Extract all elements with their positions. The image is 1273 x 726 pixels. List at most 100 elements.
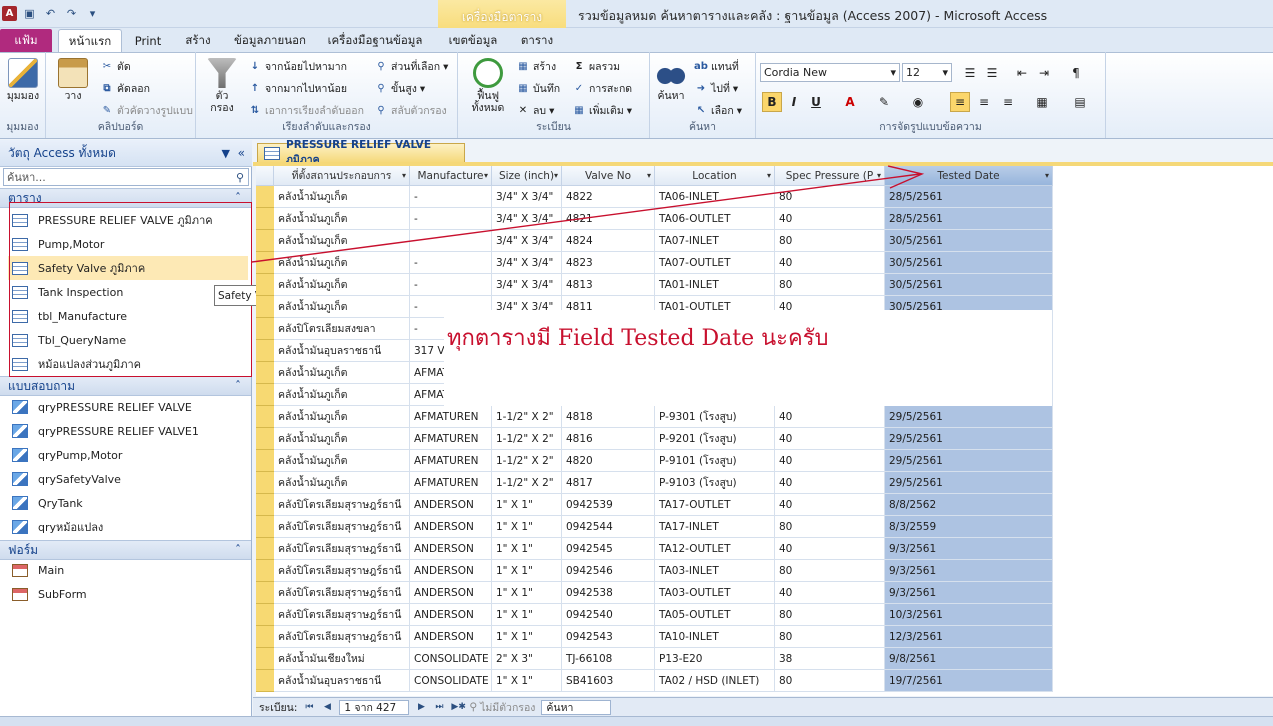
table-cell[interactable]: คลังน้ำมันภูเก็ต — [274, 186, 410, 208]
table-cell[interactable]: 29/5/2561 — [885, 406, 1053, 428]
collapse-pane-icon[interactable]: « — [238, 146, 245, 160]
table-cell[interactable]: P-9101 (โรงสูบ) — [655, 450, 775, 472]
table-cell[interactable]: P-9201 (โรงสูบ) — [655, 428, 775, 450]
record-count-field[interactable]: 1 จาก 427 — [339, 699, 410, 715]
table-cell[interactable]: 1" X 1" — [492, 494, 562, 516]
tab-home[interactable]: หน้าแรก — [58, 29, 122, 53]
nav-item-query[interactable]: qryPump,Motor — [8, 443, 248, 467]
table-cell[interactable]: ANDERSON — [410, 560, 492, 582]
cut-button[interactable]: ✂ ตัด — [100, 58, 131, 75]
table-cell[interactable]: 40 — [775, 494, 885, 516]
row-selector[interactable] — [256, 626, 274, 648]
table-cell[interactable]: 4822 — [562, 186, 655, 208]
increase-indent-button[interactable]: ⇥ — [1034, 63, 1054, 83]
table-cell[interactable]: P13-E20 — [655, 648, 775, 670]
table-cell[interactable]: 8/8/2562 — [885, 494, 1053, 516]
table-cell[interactable]: คลังน้ำมันภูเก็ต — [274, 208, 410, 230]
access-app-icon[interactable]: A — [2, 5, 17, 21]
table-cell[interactable]: คลังน้ำมันอุบลราชธานี — [274, 670, 410, 692]
row-selector[interactable] — [256, 406, 274, 428]
table-cell[interactable]: TA07-INLET — [655, 230, 775, 252]
table-cell[interactable]: 1-1/2" X 2" — [492, 406, 562, 428]
tab-database-tools[interactable]: เครื่องมือฐานข้อมูล — [322, 29, 428, 53]
table-cell[interactable]: 12/3/2561 — [885, 626, 1053, 648]
table-cell[interactable]: คลังปิโตรเลียมสุราษฎร์ธานี — [274, 538, 410, 560]
chevron-down-icon[interactable]: ▾ — [877, 171, 881, 180]
table-cell[interactable]: 29/5/2561 — [885, 428, 1053, 450]
table-cell[interactable]: SB41603 — [562, 670, 655, 692]
table-cell[interactable]: 30/5/2561 — [885, 274, 1053, 296]
italic-button[interactable]: I — [784, 92, 804, 112]
table-cell[interactable]: คลังน้ำมันภูเก็ต — [274, 252, 410, 274]
bullets-button[interactable]: ☰ — [960, 63, 980, 83]
table-cell[interactable]: 28/5/2561 — [885, 208, 1053, 230]
save-record-button[interactable]: ▦ บันทึก — [516, 80, 560, 97]
row-selector[interactable] — [256, 560, 274, 582]
numbering-button[interactable]: ☰ — [982, 63, 1002, 83]
tab-file[interactable]: แฟ้ม — [0, 29, 52, 53]
row-selector[interactable] — [256, 472, 274, 494]
table-cell[interactable]: ANDERSON — [410, 494, 492, 516]
chevron-down-icon[interactable]: ▾ — [1045, 171, 1049, 180]
find-button[interactable]: ค้นหา — [654, 58, 688, 102]
collapse-section-icon[interactable]: ˆ — [235, 379, 241, 393]
nav-search-input[interactable]: ค้นหา... ⚲ — [3, 168, 249, 186]
table-cell[interactable]: 3/4" X 3/4" — [492, 252, 562, 274]
table-cell[interactable]: 1" X 1" — [492, 670, 562, 692]
table-cell[interactable]: - — [410, 252, 492, 274]
row-selector[interactable] — [256, 318, 274, 340]
table-cell[interactable]: TJ-66108 — [562, 648, 655, 670]
nav-section-queries[interactable]: แบบสอบถาม ˆ — [0, 376, 251, 396]
nav-item-form[interactable]: Main — [8, 558, 248, 582]
nav-item-form[interactable]: SubForm — [8, 582, 248, 606]
table-cell[interactable]: 9/3/2561 — [885, 538, 1053, 560]
table-cell[interactable]: คลังน้ำมันภูเก็ต — [274, 274, 410, 296]
table-cell[interactable]: 3/4" X 3/4" — [492, 186, 562, 208]
format-painter-button[interactable]: ✎ ตัวคัดวางรูปแบบ — [100, 102, 193, 119]
table-cell[interactable]: 0942544 — [562, 516, 655, 538]
new-record-nav-icon[interactable]: ▶✱ — [451, 702, 465, 712]
alternate-row-color-button[interactable]: ▤ — [1070, 92, 1090, 112]
table-cell[interactable]: 38 — [775, 648, 885, 670]
record-search-input[interactable]: ค้นหา — [541, 699, 612, 715]
table-cell[interactable]: TA10-INLET — [655, 626, 775, 648]
column-header[interactable]: ที่ตั้งสถานประกอบการ ▾ — [274, 166, 410, 186]
row-selector[interactable] — [256, 538, 274, 560]
column-header[interactable]: Location ▾ — [655, 166, 775, 186]
table-cell[interactable]: 40 — [775, 208, 885, 230]
redo-icon[interactable]: ↷ — [63, 5, 80, 22]
row-selector[interactable] — [256, 604, 274, 626]
chevron-down-icon[interactable]: ▼ — [222, 147, 230, 160]
table-cell[interactable]: 80 — [775, 560, 885, 582]
table-cell[interactable]: ANDERSON — [410, 516, 492, 538]
table-cell[interactable]: 4824 — [562, 230, 655, 252]
table-cell[interactable]: 0942545 — [562, 538, 655, 560]
table-cell[interactable]: 80 — [775, 230, 885, 252]
table-cell[interactable]: 1" X 1" — [492, 560, 562, 582]
row-selector[interactable] — [256, 296, 274, 318]
row-selector[interactable] — [256, 274, 274, 296]
font-color-button[interactable]: A — [840, 92, 860, 112]
table-cell[interactable]: 1-1/2" X 2" — [492, 428, 562, 450]
table-cell[interactable]: คลังปิโตรเลียมสุราษฎร์ธานี — [274, 604, 410, 626]
table-cell[interactable]: 80 — [775, 626, 885, 648]
prev-record-icon[interactable]: ◀ — [321, 702, 333, 712]
decrease-indent-button[interactable]: ⇤ — [1012, 63, 1032, 83]
align-right-button[interactable]: ≡ — [998, 92, 1018, 112]
table-cell[interactable]: 4821 — [562, 208, 655, 230]
table-cell[interactable]: 10/3/2561 — [885, 604, 1053, 626]
undo-icon[interactable]: ↶ — [42, 5, 59, 22]
fill-color-button[interactable]: ◉ — [908, 92, 928, 112]
nav-item-query[interactable]: qrySafetyValve — [8, 467, 248, 491]
table-cell[interactable]: 8/3/2559 — [885, 516, 1053, 538]
tab-external-data[interactable]: ข้อมูลภายนอก — [228, 29, 312, 53]
chevron-down-icon[interactable]: ▾ — [484, 171, 488, 180]
table-cell[interactable]: AFMATUREN — [410, 450, 492, 472]
gridlines-button[interactable]: ▦ — [1032, 92, 1052, 112]
table-cell[interactable]: คลังน้ำมันเชียงใหม่ — [274, 648, 410, 670]
table-cell[interactable]: 4813 — [562, 274, 655, 296]
table-cell[interactable]: คลังน้ำมันภูเก็ต — [274, 450, 410, 472]
nav-section-forms[interactable]: ฟอร์ม ˆ — [0, 540, 251, 560]
row-selector[interactable] — [256, 384, 274, 406]
row-selector[interactable] — [256, 340, 274, 362]
